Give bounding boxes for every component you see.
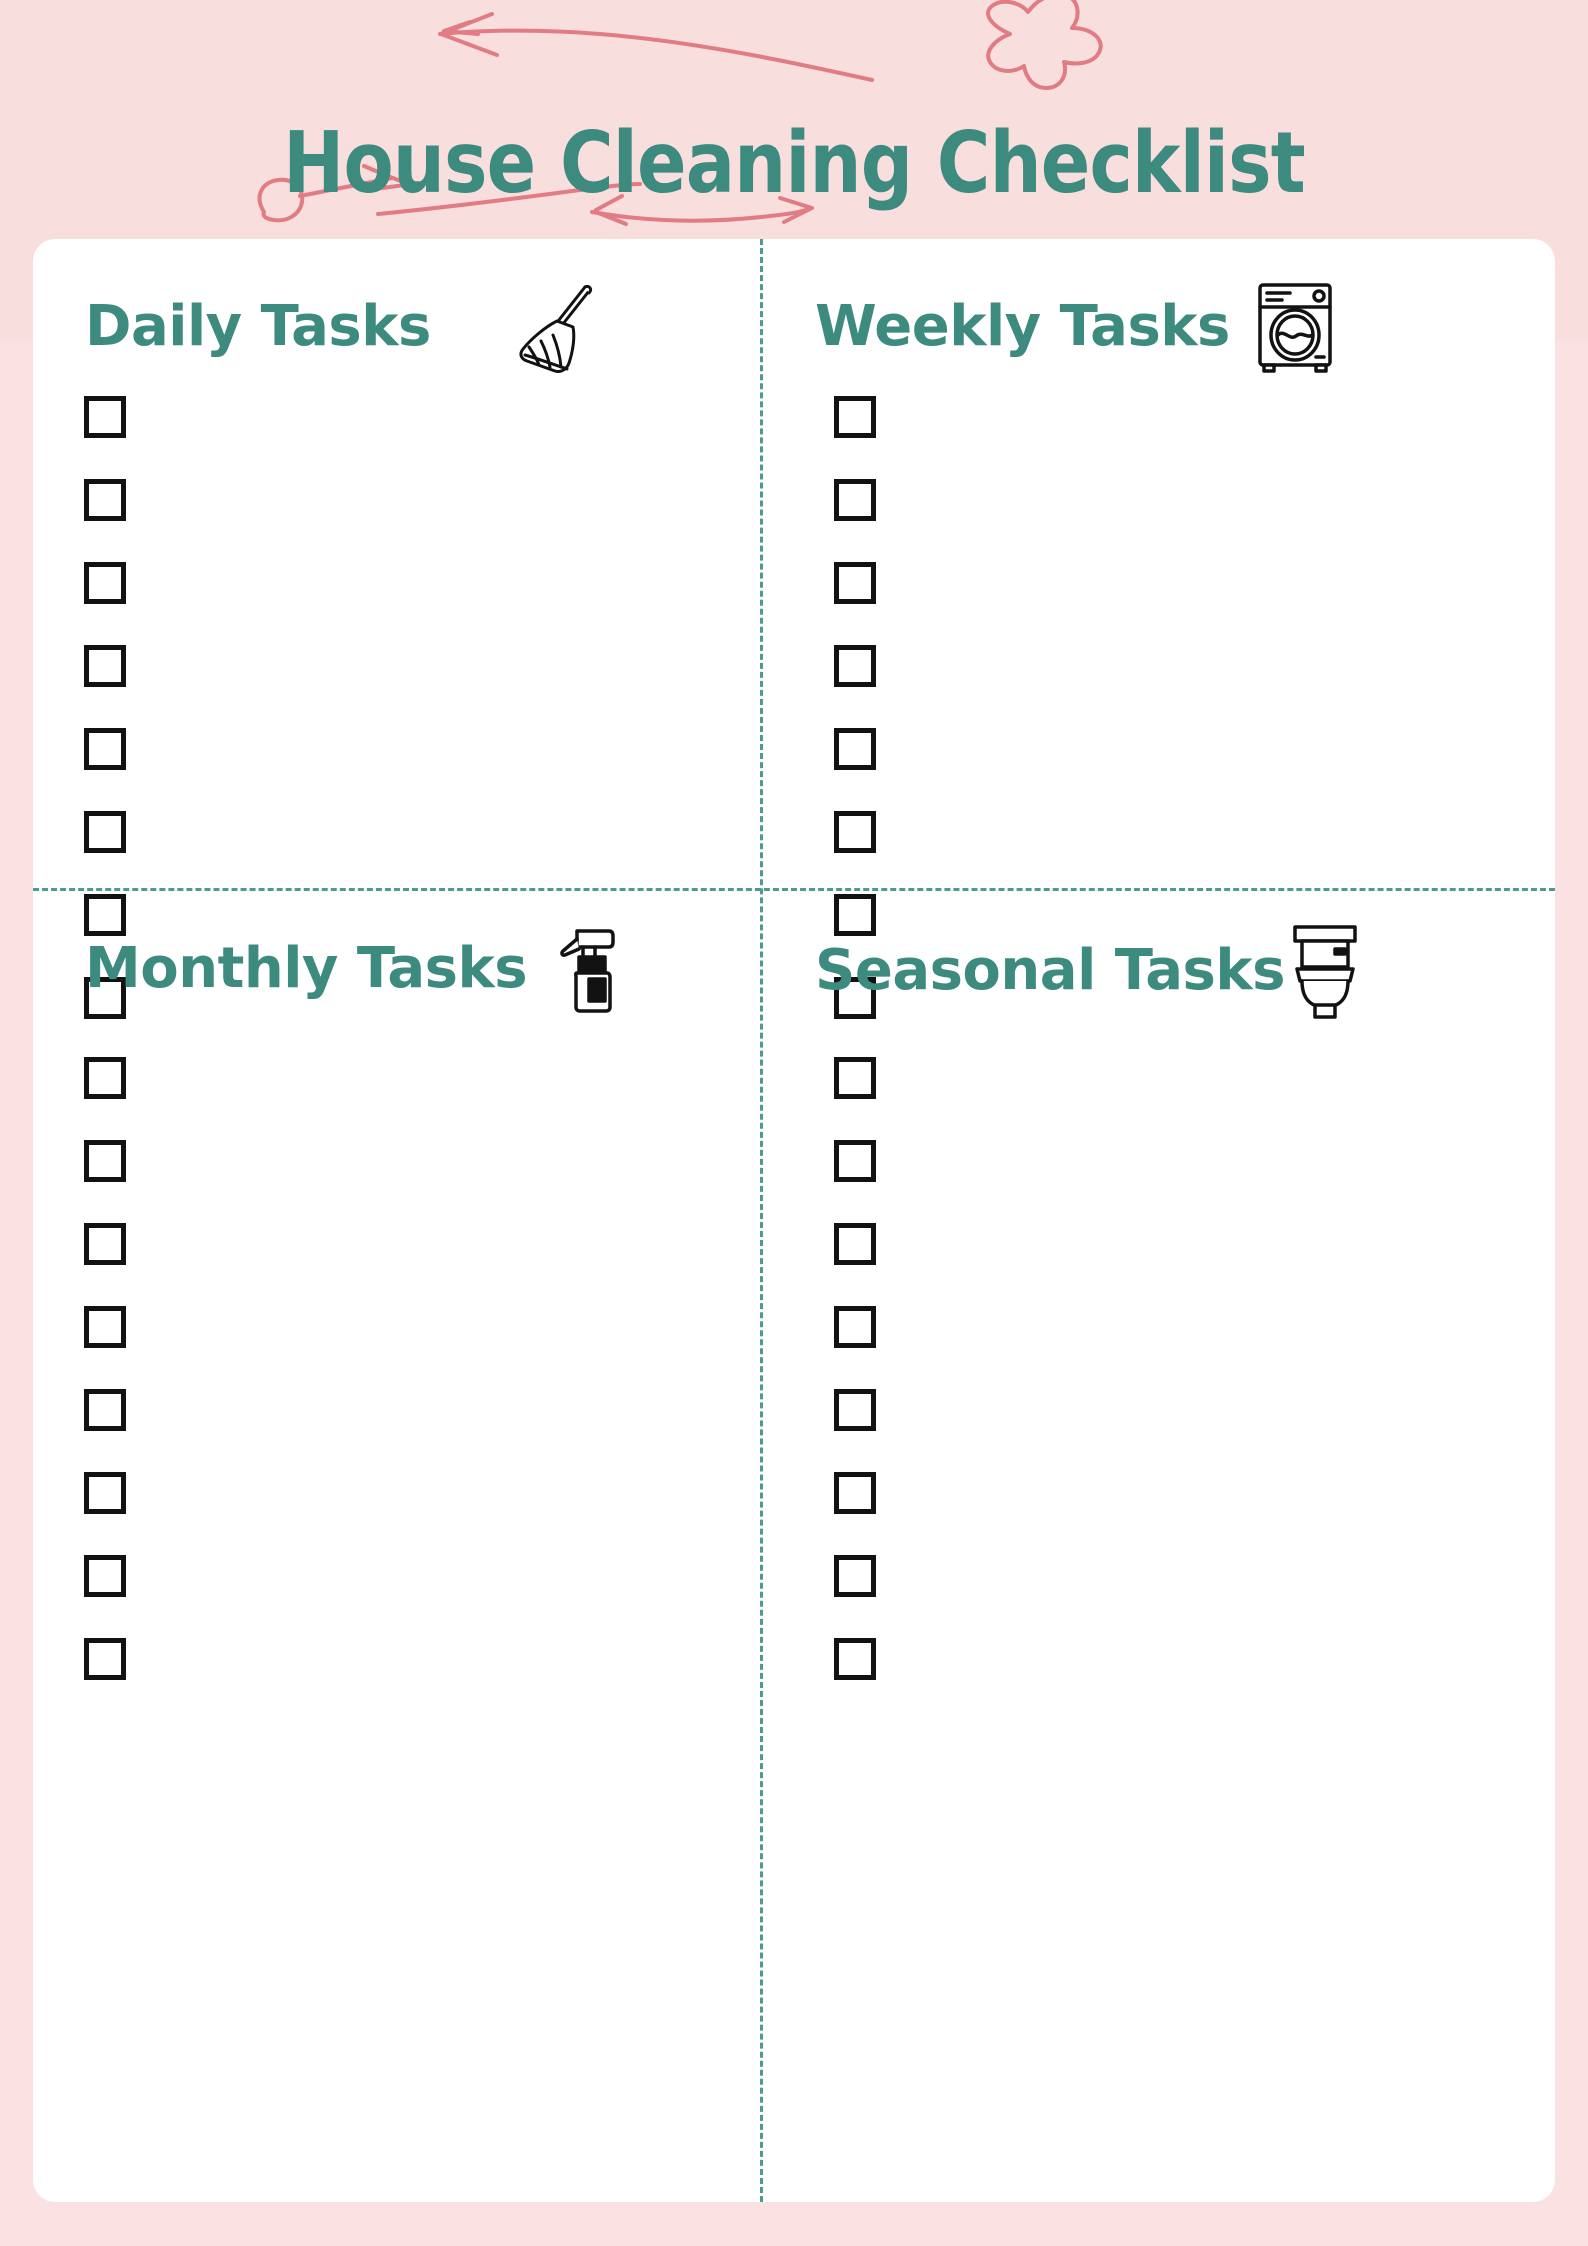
spray-bottle-icon (557, 923, 617, 1015)
checkbox-monthly-4[interactable] (84, 1306, 126, 1348)
checkbox-row (834, 728, 876, 811)
checkbox-daily-2[interactable] (84, 479, 126, 521)
checkbox-daily-4[interactable] (84, 645, 126, 687)
checkbox-daily-3[interactable] (84, 562, 126, 604)
section-seasonal-tasks: Seasonal Tasks (763, 891, 1555, 2202)
broom-icon (515, 281, 595, 373)
section-title-weekly: Weekly Tasks (815, 294, 1230, 359)
checkbox-row (834, 396, 876, 479)
section-header-seasonal: Seasonal Tasks (815, 923, 1363, 1019)
checkbox-daily-1[interactable] (84, 396, 126, 438)
checkbox-row (84, 1638, 126, 1721)
checkbox-row (834, 479, 876, 562)
checkbox-row (84, 1472, 126, 1555)
checkbox-monthly-3[interactable] (84, 1223, 126, 1265)
checkbox-row (834, 1140, 876, 1223)
checkbox-row (84, 728, 126, 811)
checkbox-seasonal-4[interactable] (834, 1306, 876, 1348)
checkbox-weekly-2[interactable] (834, 479, 876, 521)
section-monthly-tasks: Monthly Tasks (33, 891, 760, 2202)
washing-machine-icon (1254, 281, 1336, 373)
toilet-icon (1287, 923, 1363, 1019)
section-daily-tasks: Daily Tasks (33, 239, 760, 1019)
section-title-daily: Daily Tasks (85, 294, 431, 359)
checkbox-weekly-6[interactable] (834, 811, 876, 853)
checkbox-row (834, 1638, 876, 1721)
checkbox-row (834, 1472, 876, 1555)
checkbox-monthly-7[interactable] (84, 1555, 126, 1597)
checkbox-row (834, 1555, 876, 1638)
checkbox-row (84, 479, 126, 562)
checkbox-monthly-8[interactable] (84, 1638, 126, 1680)
checkbox-row (834, 1057, 876, 1140)
checkbox-row (834, 645, 876, 728)
checkbox-row (834, 1306, 876, 1389)
checkbox-row (834, 1389, 876, 1472)
page-title: House Cleaning Checklist (283, 114, 1306, 213)
checkbox-weekly-3[interactable] (834, 562, 876, 604)
section-header-monthly: Monthly Tasks (85, 923, 617, 1015)
checkbox-seasonal-7[interactable] (834, 1555, 876, 1597)
checkbox-seasonal-1[interactable] (834, 1057, 876, 1099)
checkbox-monthly-2[interactable] (84, 1140, 126, 1182)
checkbox-weekly-4[interactable] (834, 645, 876, 687)
checkbox-seasonal-2[interactable] (834, 1140, 876, 1182)
checkbox-seasonal-5[interactable] (834, 1389, 876, 1431)
checkbox-weekly-1[interactable] (834, 396, 876, 438)
section-weekly-tasks: Weekly Tasks (763, 239, 1555, 1019)
checkbox-daily-5[interactable] (84, 728, 126, 770)
checkbox-row (84, 1306, 126, 1389)
checkbox-row (834, 811, 876, 894)
checkbox-monthly-1[interactable] (84, 1057, 126, 1099)
checkbox-row (834, 562, 876, 645)
checkbox-seasonal-3[interactable] (834, 1223, 876, 1265)
checkbox-row (84, 1389, 126, 1472)
section-title-monthly: Monthly Tasks (85, 936, 528, 1001)
checkbox-row (84, 1555, 126, 1638)
checkbox-row (84, 1140, 126, 1223)
checkbox-row (84, 1223, 126, 1306)
checkbox-monthly-6[interactable] (84, 1472, 126, 1514)
checkbox-row (84, 1057, 126, 1140)
section-title-seasonal: Seasonal Tasks (815, 938, 1285, 1003)
checkbox-row (84, 562, 126, 645)
checkbox-row (834, 1223, 876, 1306)
checkbox-weekly-5[interactable] (834, 728, 876, 770)
section-header-daily: Daily Tasks (85, 281, 595, 373)
checkbox-seasonal-8[interactable] (834, 1638, 876, 1680)
checkbox-list-seasonal (834, 1057, 876, 1721)
checkbox-row (84, 396, 126, 479)
checkbox-row (84, 645, 126, 728)
checkbox-row (84, 811, 126, 894)
checkbox-list-monthly (84, 1057, 126, 1721)
flower-doodle (986, 0, 1103, 90)
arrow-left-doodle (438, 12, 874, 82)
checkbox-seasonal-6[interactable] (834, 1472, 876, 1514)
checkbox-daily-6[interactable] (84, 811, 126, 853)
section-header-weekly: Weekly Tasks (815, 281, 1336, 373)
checkbox-monthly-5[interactable] (84, 1389, 126, 1431)
